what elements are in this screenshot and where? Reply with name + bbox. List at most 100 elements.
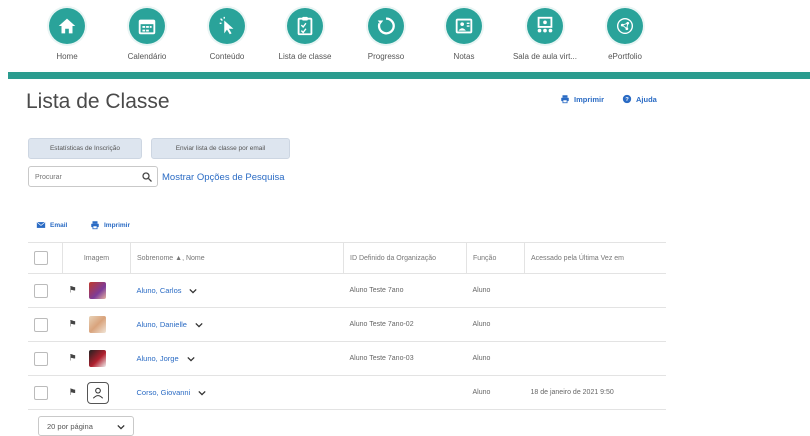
image-cell: ⚑	[62, 375, 131, 410]
avatar	[88, 316, 106, 333]
show-search-options-link[interactable]: Mostrar Opções de Pesquisa	[162, 172, 285, 183]
per-page-select[interactable]: 20 por página	[38, 416, 134, 436]
chevron-down-icon	[117, 424, 125, 430]
email-class-list-button[interactable]: Enviar lista de classe por email	[151, 138, 290, 159]
role-cell: Aluno	[466, 307, 525, 342]
select-all-checkbox[interactable]	[34, 251, 48, 265]
placeholder-user-icon	[86, 381, 109, 404]
org-id-cell: Aluno Teste 7ano-03	[343, 341, 467, 376]
avatar	[88, 282, 106, 299]
top-navigation: Home Calendário Conteúdo Lista de classe…	[0, 0, 810, 70]
nav-label: Lista de classe	[278, 52, 332, 61]
row-select-cell	[28, 341, 63, 376]
email-button[interactable]: Email	[36, 220, 67, 230]
row-checkbox[interactable]	[34, 351, 48, 366]
nav-calendar[interactable]: Calendário	[107, 8, 187, 61]
flag-icon[interactable]: ⚑	[69, 386, 77, 396]
student-name-link[interactable]: Corso, Giovanni	[137, 388, 191, 397]
calendar-icon	[129, 8, 165, 44]
row-select-cell	[28, 375, 63, 410]
table-row: ⚑ Corso, Giovanni Aluno 18 de janeiro de…	[28, 375, 666, 410]
nav-virtual-classroom[interactable]: Sala de aula virt...	[505, 8, 585, 61]
help-link[interactable]: ? Ajuda	[622, 94, 657, 104]
cursor-icon	[209, 8, 245, 44]
image-cell: ⚑	[62, 273, 131, 308]
nav-content[interactable]: Conteúdo	[187, 8, 267, 61]
flag-icon[interactable]: ⚑	[69, 318, 77, 328]
org-id-cell: Aluno Teste 7ano	[343, 273, 467, 308]
role-cell: Aluno	[466, 341, 525, 376]
row-select-cell	[28, 273, 63, 308]
print-label: Imprimir	[574, 94, 605, 104]
avatar	[88, 350, 106, 367]
org-id-cell	[343, 375, 467, 410]
table-row: ⚑ Aluno, Danielle Aluno Teste 7ano-02 Al…	[28, 307, 666, 342]
nav-home[interactable]: Home	[27, 8, 107, 61]
name-cell: Aluno, Jorge	[130, 341, 344, 376]
column-header-org-id: ID Definido da Organização	[343, 242, 467, 274]
email-label: Email	[50, 221, 68, 229]
last-access-cell: 18 de janeiro de 2021 9:50	[524, 375, 666, 410]
row-select-cell	[28, 307, 63, 342]
clipboard-icon	[287, 8, 323, 44]
column-header-last-access: Acessado pela Última Vez em	[524, 242, 666, 274]
nav-progress[interactable]: Progresso	[346, 8, 426, 61]
row-checkbox[interactable]	[34, 283, 48, 298]
student-name-link[interactable]: Aluno, Jorge	[137, 354, 179, 363]
print-label: Imprimir	[104, 221, 131, 229]
role-cell: Aluno	[466, 273, 525, 308]
help-label: Ajuda	[636, 94, 657, 104]
navigation-divider	[8, 72, 810, 79]
nav-label: Calendário	[127, 52, 167, 61]
enrollment-stats-button[interactable]: Estatísticas de Inscrição	[28, 138, 142, 159]
help-icon: ?	[622, 94, 632, 104]
nav-class-list[interactable]: Lista de classe	[265, 8, 345, 61]
chevron-down-icon[interactable]	[195, 322, 203, 328]
chevron-down-icon[interactable]	[186, 356, 195, 362]
student-name-link[interactable]: Aluno, Danielle	[137, 320, 187, 329]
print-button[interactable]: Imprimir	[90, 220, 130, 230]
column-header-name[interactable]: Sobrenome ▲, Nome	[130, 242, 344, 274]
search-input[interactable]	[35, 171, 130, 183]
flag-icon[interactable]: ⚑	[69, 352, 77, 362]
last-access-cell	[524, 273, 666, 308]
class-list-table: Imagem Sobrenome ▲, Nome ID Definido da …	[28, 242, 666, 410]
page-title: Lista de Classe	[26, 90, 170, 113]
progress-icon	[368, 8, 404, 44]
row-checkbox[interactable]	[34, 317, 48, 332]
image-cell: ⚑	[62, 307, 131, 342]
select-all-cell	[28, 242, 63, 274]
nav-label: Home	[56, 52, 78, 61]
nav-grades[interactable]: Notas	[424, 8, 504, 61]
last-access-cell	[524, 341, 666, 376]
student-name-link[interactable]: Aluno, Carlos	[137, 286, 182, 295]
virtual-classroom-icon	[527, 8, 563, 44]
name-cell: Aluno, Carlos	[130, 273, 344, 308]
chevron-down-icon[interactable]	[189, 288, 198, 294]
column-header-role: Função	[466, 242, 525, 274]
table-row: ⚑ Aluno, Jorge Aluno Teste 7ano-03 Aluno	[28, 341, 666, 376]
table-row: ⚑ Aluno, Carlos Aluno Teste 7ano Aluno	[28, 273, 666, 308]
nav-eportfolio[interactable]: ePortfolio	[585, 8, 665, 61]
nav-label: ePortfolio	[608, 52, 642, 61]
org-id-cell: Aluno Teste 7ano-02	[343, 307, 467, 342]
name-cell: Corso, Giovanni	[130, 375, 344, 410]
print-link[interactable]: Imprimir	[560, 94, 604, 104]
table-header-row: Imagem Sobrenome ▲, Nome ID Definido da …	[28, 242, 666, 274]
role-cell: Aluno	[466, 375, 525, 410]
chevron-down-icon[interactable]	[198, 390, 206, 396]
home-icon	[49, 8, 85, 44]
printer-icon	[91, 221, 99, 230]
nav-label: Notas	[453, 52, 475, 61]
search-icon[interactable]	[141, 171, 153, 183]
flag-icon[interactable]: ⚑	[69, 284, 77, 294]
nav-label: Conteúdo	[209, 52, 245, 61]
search-box	[28, 166, 158, 187]
email-icon	[36, 221, 46, 228]
per-page-value: 20 por página	[47, 422, 93, 431]
grades-icon	[446, 8, 482, 44]
svg-text:?: ?	[625, 97, 629, 103]
row-checkbox[interactable]	[34, 385, 48, 400]
column-header-image: Imagem	[62, 242, 131, 274]
printer-icon	[561, 95, 569, 104]
